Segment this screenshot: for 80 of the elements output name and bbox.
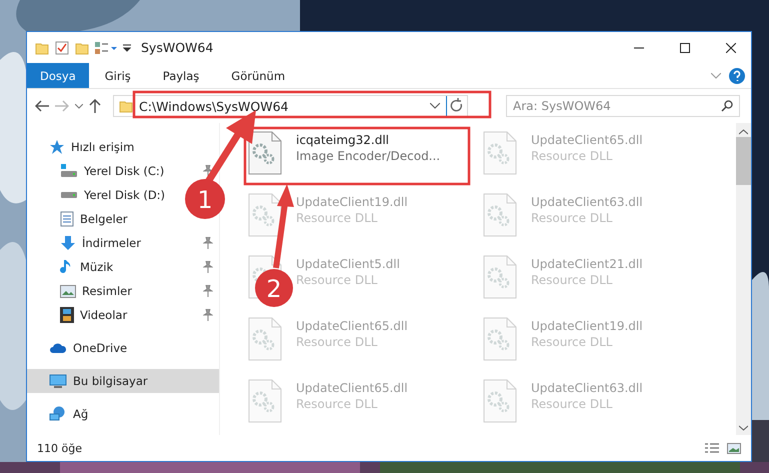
file-description: Resource DLL xyxy=(531,273,614,287)
folder-icon xyxy=(75,40,89,54)
help-icon[interactable] xyxy=(729,68,745,84)
search-icon[interactable] xyxy=(721,100,733,112)
pin-icon[interactable] xyxy=(203,261,213,273)
window-title: SysWOW64 xyxy=(141,40,214,55)
selected-nav-item[interactable]: Bu bilgisayar xyxy=(27,369,219,393)
image-icon xyxy=(60,284,76,298)
scroll-thumb[interactable] xyxy=(736,137,751,185)
nav-item-label[interactable]: Yerel Disk (D:) xyxy=(84,188,166,202)
file-description: Resource DLL xyxy=(531,397,614,411)
file-description: Resource DLL xyxy=(531,211,614,225)
file-description: Resource DLL xyxy=(531,149,614,163)
network-icon xyxy=(49,406,67,422)
file-description: Resource DLL xyxy=(531,335,614,349)
dll-file-icon xyxy=(248,379,282,423)
scroll-up-icon[interactable] xyxy=(739,129,748,135)
dll-file-icon xyxy=(483,379,517,423)
scroll-down-icon[interactable] xyxy=(739,425,748,431)
nav-item-label[interactable]: Bu bilgisayar xyxy=(73,374,148,388)
properties-icon[interactable] xyxy=(95,40,117,54)
file-description: Resource DLL xyxy=(296,335,378,349)
nav-item-label[interactable]: Müzik xyxy=(80,260,114,274)
file-description: Resource DLL xyxy=(296,273,378,287)
dll-file-icon xyxy=(483,131,517,175)
star-icon xyxy=(49,139,65,155)
up-button[interactable] xyxy=(89,99,101,113)
nav-item-label[interactable]: Resimler xyxy=(82,284,132,298)
details-view-icon[interactable] xyxy=(705,442,719,454)
nav-item-label[interactable]: İndirmeler xyxy=(82,236,141,250)
file-description: Resource DLL xyxy=(296,397,378,411)
file-description: Resource DLL xyxy=(296,211,378,225)
pin-icon[interactable] xyxy=(203,285,213,297)
file-description: Image Encoder/Decod... xyxy=(296,149,440,163)
item-count: 110 öğe xyxy=(37,442,83,454)
dll-file-icon xyxy=(483,317,517,361)
dll-file-icon xyxy=(248,193,282,237)
search-field[interactable]: Ara: SysWOW64 xyxy=(506,95,740,117)
pin-icon[interactable] xyxy=(203,309,213,321)
nav-item-label[interactable]: Ağ xyxy=(73,407,88,421)
nav-item-label[interactable]: Hızlı erişim xyxy=(71,140,134,154)
maximize-icon[interactable] xyxy=(680,42,690,52)
address-path: C:\Windows\SysWOW64 xyxy=(139,98,290,114)
dll-file-icon xyxy=(483,255,517,299)
recent-locations-button[interactable] xyxy=(75,104,83,108)
cloud-icon xyxy=(49,342,67,354)
monitor-icon xyxy=(49,374,67,388)
pin-icon[interactable] xyxy=(203,237,213,249)
dll-file-icon xyxy=(483,193,517,237)
document-icon xyxy=(60,211,74,227)
dll-file-icon xyxy=(248,131,282,175)
ribbon-tab[interactable]: Görünüm xyxy=(215,63,302,88)
ribbon-tab[interactable]: Giriş xyxy=(88,63,147,88)
step-number: 2 xyxy=(266,275,282,303)
step-number: 1 xyxy=(197,186,213,214)
nav-item-label[interactable]: Yerel Disk (C:) xyxy=(84,164,164,178)
film-icon xyxy=(60,307,74,323)
dropdown-icon[interactable] xyxy=(123,44,131,52)
address-bar[interactable]: C:\Windows\SysWOW64 xyxy=(113,95,468,117)
nav-item-label[interactable]: OneDrive xyxy=(73,341,128,355)
nav-item-label[interactable]: Videolar xyxy=(80,308,128,322)
scrollbar[interactable] xyxy=(736,123,751,435)
nav-item-label[interactable]: Belgeler xyxy=(80,212,128,226)
pin-icon[interactable] xyxy=(203,165,213,177)
drive-icon xyxy=(60,164,78,178)
download-icon xyxy=(60,235,76,251)
back-button[interactable] xyxy=(35,100,49,112)
ribbon-tab[interactable]: Dosya xyxy=(27,63,89,88)
folder-icon xyxy=(119,99,133,113)
step-marker xyxy=(185,179,225,219)
large-icons-view-icon[interactable] xyxy=(727,442,741,454)
file-name[interactable]: icqateimg32.dll xyxy=(296,133,440,147)
checkmark-icon[interactable] xyxy=(55,40,69,54)
folder-icon xyxy=(35,40,49,54)
drive-icon xyxy=(60,192,78,198)
chevron-down-icon[interactable] xyxy=(430,103,440,109)
dll-file-icon xyxy=(248,317,282,361)
step-marker xyxy=(255,269,293,307)
ribbon-tab[interactable]: Paylaş xyxy=(146,63,216,88)
close-icon[interactable] xyxy=(726,42,736,52)
